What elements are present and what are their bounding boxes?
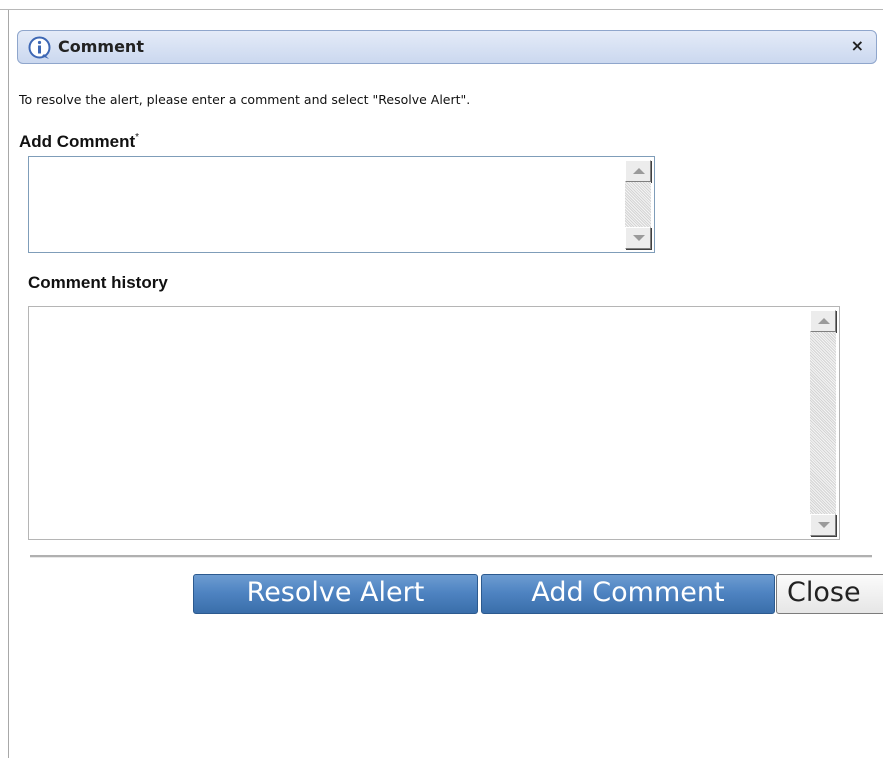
- scroll-down-button[interactable]: [625, 227, 651, 249]
- chevron-up-icon: [818, 318, 830, 324]
- close-button[interactable]: Close: [776, 574, 883, 614]
- add-comment-label-text: Add Comment: [19, 132, 136, 151]
- info-icon: [28, 36, 51, 59]
- chevron-down-icon: [633, 235, 645, 241]
- resolve-alert-button[interactable]: Resolve Alert: [193, 574, 478, 614]
- add-comment-label: Add Comment*: [19, 132, 139, 152]
- comment-history-textarea[interactable]: [29, 307, 807, 539]
- window-left-edge: [8, 10, 9, 758]
- close-icon[interactable]: ×: [851, 36, 864, 56]
- dialog-title: Comment: [58, 37, 144, 56]
- scroll-up-button[interactable]: [625, 160, 651, 182]
- comment-history-box: [28, 306, 840, 540]
- window-top-edge: [0, 0, 883, 10]
- comment-history-scrollbar[interactable]: [807, 307, 839, 539]
- instructions-text: To resolve the alert, please enter a com…: [19, 92, 471, 107]
- scroll-track[interactable]: [625, 182, 651, 227]
- scroll-track[interactable]: [810, 332, 836, 514]
- add-comment-button[interactable]: Add Comment: [481, 574, 775, 614]
- scroll-up-button[interactable]: [810, 310, 836, 332]
- divider: [30, 555, 872, 558]
- add-comment-textarea[interactable]: [29, 157, 623, 252]
- required-marker: *: [135, 132, 140, 143]
- add-comment-scrollbar[interactable]: [622, 157, 654, 252]
- add-comment-box: [28, 156, 655, 253]
- chevron-up-icon: [633, 168, 645, 174]
- dialog-title-bar: Comment ×: [17, 30, 877, 64]
- comment-history-label: Comment history: [28, 273, 168, 292]
- scroll-down-button[interactable]: [810, 514, 836, 536]
- chevron-down-icon: [818, 522, 830, 528]
